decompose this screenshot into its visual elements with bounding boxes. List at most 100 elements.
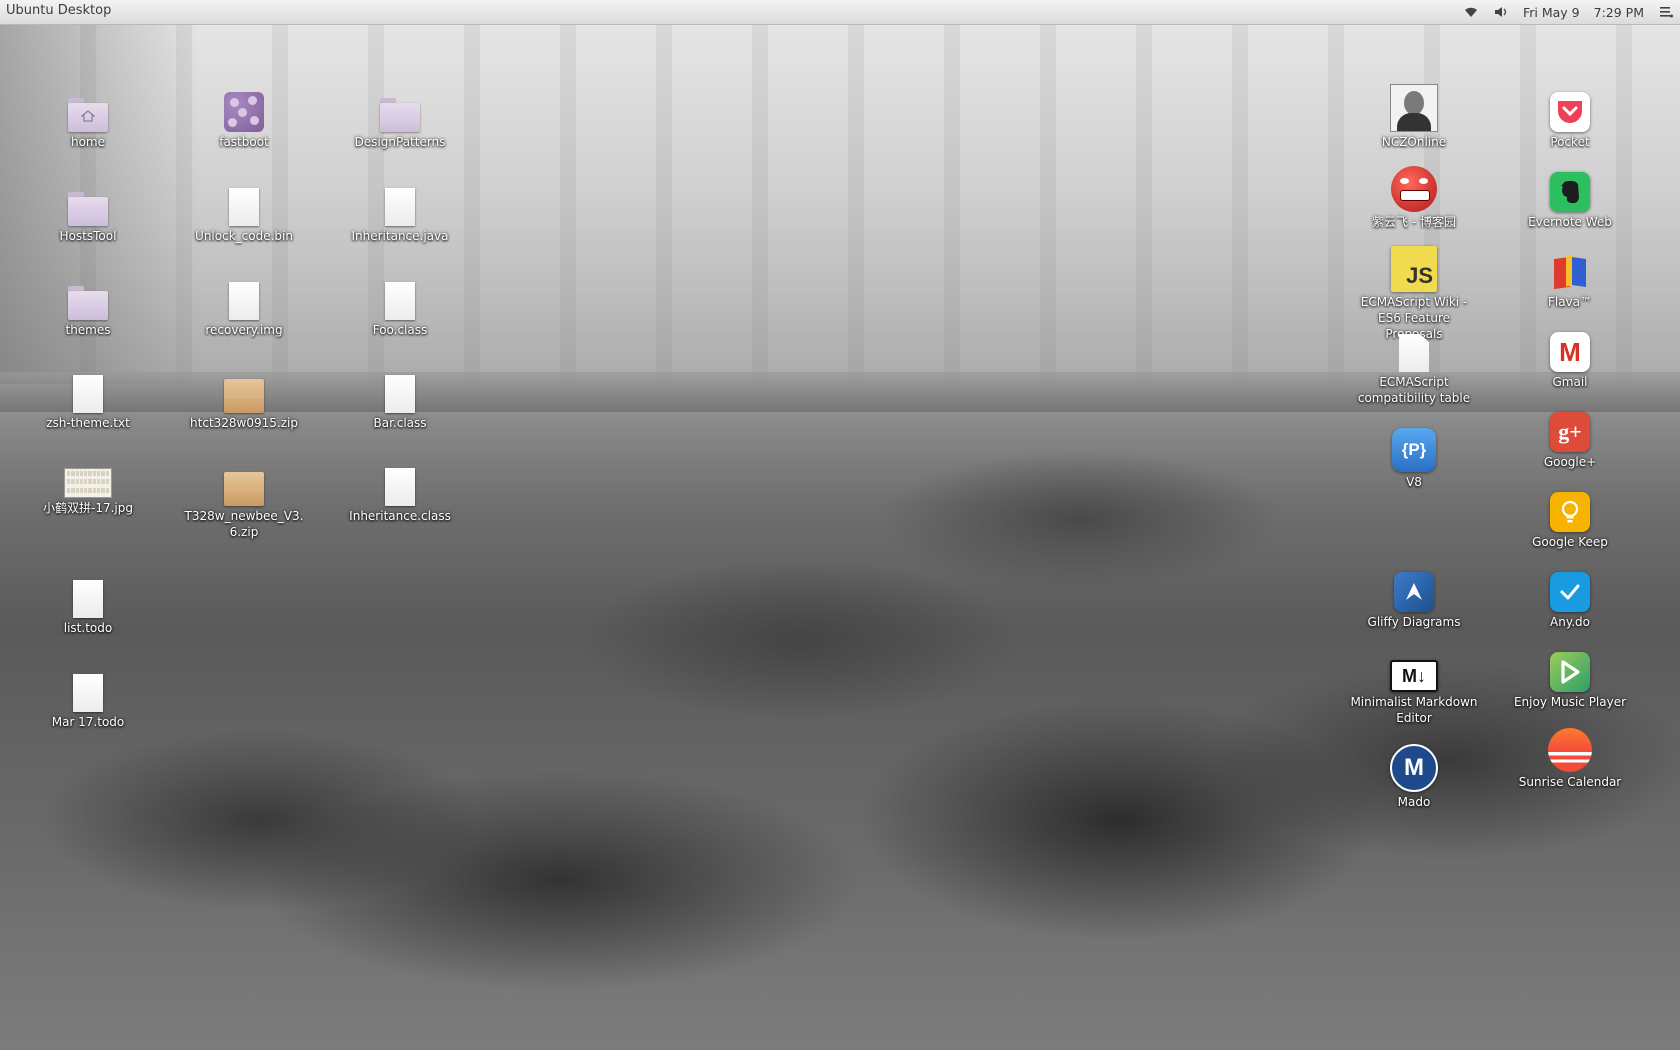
desktop-icon-unlock-code[interactable]: Unlock_code.bin bbox=[179, 178, 309, 244]
desktop-icon-label: Google Keep bbox=[1532, 535, 1608, 549]
folder-icon bbox=[64, 178, 112, 226]
home-folder-icon bbox=[64, 84, 112, 132]
desktop-icon-label: Mar 17.todo bbox=[51, 715, 125, 729]
mado-icon: M bbox=[1390, 744, 1438, 792]
desktop-icon-label: Pocket bbox=[1550, 135, 1590, 149]
desktop-icon-label: NCZOnline bbox=[1381, 135, 1447, 149]
desktop-icon-hoststool[interactable]: HostsTool bbox=[23, 178, 153, 244]
desktop-icon-list-todo[interactable]: list.todo bbox=[23, 570, 153, 636]
desktop-icon-label: fastboot bbox=[219, 135, 269, 149]
desktop-icon-t328w-zip[interactable]: T328w_newbee_V3.6.zip bbox=[179, 458, 309, 540]
lightbulb-icon bbox=[1546, 484, 1594, 532]
desktop-icon-label: Foo.class bbox=[372, 323, 428, 337]
desktop-icon-recovery-img[interactable]: recovery.img bbox=[179, 272, 309, 338]
desktop-icon-label: htct328w0915.zip bbox=[190, 416, 298, 430]
desktop-icon-label: Gmail bbox=[1552, 375, 1588, 389]
angry-face-icon bbox=[1390, 164, 1438, 212]
desktop-icon-flava[interactable]: Flava™ bbox=[1505, 244, 1635, 310]
desktop-icon-gmail[interactable]: M Gmail bbox=[1505, 324, 1635, 390]
desktop-icon-minimalist-markdown[interactable]: M↓ Minimalist Markdown Editor bbox=[1349, 644, 1479, 726]
google-plus-icon: g+ bbox=[1546, 404, 1594, 452]
menu-icon[interactable] bbox=[1658, 4, 1674, 20]
text-file-icon bbox=[64, 664, 112, 712]
desktop-icon-label: Evernote Web bbox=[1528, 215, 1612, 229]
desktop-icon-anydo[interactable]: Any.do bbox=[1505, 564, 1635, 630]
class-file-icon bbox=[376, 365, 424, 413]
desktop-icon-bar-class[interactable]: Bar.class bbox=[335, 365, 465, 431]
desktop-icon-label: zsh-theme.txt bbox=[46, 416, 130, 430]
desktop-icon-htct-zip[interactable]: htct328w0915.zip bbox=[179, 365, 309, 431]
nczonline-avatar-icon bbox=[1390, 84, 1438, 132]
text-file-icon bbox=[64, 570, 112, 618]
desktop-icon-pocket[interactable]: Pocket bbox=[1505, 84, 1635, 150]
checkmark-icon bbox=[1546, 564, 1594, 612]
wifi-icon[interactable] bbox=[1463, 4, 1479, 20]
disk-image-file-icon bbox=[220, 272, 268, 320]
indicator-area: Fri May 9 7:29 PM bbox=[1463, 0, 1674, 24]
desktop-icon-fastboot[interactable]: fastboot bbox=[179, 84, 309, 150]
desktop-icon-label: Enjoy Music Player bbox=[1513, 695, 1627, 709]
desktop-icon-label: Flava™ bbox=[1547, 295, 1593, 309]
desktop-icon-label: Unlock_code.bin bbox=[195, 229, 293, 243]
desktop-icon-ecmascript-compat[interactable]: ECMAScript compatibility table bbox=[1349, 324, 1479, 406]
desktop-icon-label: Sunrise Calendar bbox=[1518, 775, 1622, 789]
folder-icon bbox=[376, 84, 424, 132]
source-file-icon bbox=[376, 178, 424, 226]
v8-icon: {P} bbox=[1390, 424, 1438, 472]
desktop-icon-label: home bbox=[70, 135, 106, 149]
desktop-icon-gliffy[interactable]: Gliffy Diagrams bbox=[1349, 564, 1479, 630]
gmail-icon: M bbox=[1546, 324, 1594, 372]
active-app-title: Ubuntu Desktop bbox=[6, 3, 112, 18]
desktop-icon-google-keep[interactable]: Google Keep bbox=[1505, 484, 1635, 550]
markdown-icon: M↓ bbox=[1390, 644, 1438, 692]
desktop-icon-label: Inheritance.class bbox=[349, 509, 451, 523]
desktop-icon-nczonline[interactable]: NCZOnline bbox=[1349, 84, 1479, 150]
desktop-icon-zsh-theme[interactable]: zsh-theme.txt bbox=[23, 365, 153, 431]
desktop-icon-label: DesignPatterns bbox=[354, 135, 446, 149]
desktop-icon-cnblogs[interactable]: 紫云飞 - 博客园 bbox=[1349, 164, 1479, 230]
desktop-icon-label: T328w_newbee_V3.6.zip bbox=[184, 509, 304, 539]
desktop-icon-label: ECMAScript compatibility table bbox=[1357, 375, 1471, 405]
desktop-icon-sunrise[interactable]: Sunrise Calendar bbox=[1505, 724, 1635, 790]
clock-time[interactable]: 7:29 PM bbox=[1594, 5, 1644, 20]
flava-icon bbox=[1546, 244, 1594, 292]
desktop-icon-keyboard-jpg[interactable]: 小鹤双拼-17.jpg bbox=[23, 458, 153, 516]
class-file-icon bbox=[376, 458, 424, 506]
desktop-icon-designpatterns[interactable]: DesignPatterns bbox=[335, 84, 465, 150]
desktop-icon-label: themes bbox=[65, 323, 111, 337]
desktop-icon-inheritance-java[interactable]: Inheritance.java bbox=[335, 178, 465, 244]
desktop-icon-v8[interactable]: {P} V8 bbox=[1349, 424, 1479, 490]
pocket-icon bbox=[1546, 84, 1594, 132]
archive-icon bbox=[220, 365, 268, 413]
desktop-icon-google-plus[interactable]: g+ Google+ bbox=[1505, 404, 1635, 470]
javascript-icon: JS bbox=[1390, 244, 1438, 292]
binary-file-icon bbox=[220, 178, 268, 226]
desktop-icon-themes[interactable]: themes bbox=[23, 272, 153, 338]
desktop-icon-label: recovery.img bbox=[205, 323, 283, 337]
desktop-icon-label: Minimalist Markdown Editor bbox=[1350, 695, 1478, 725]
volume-icon[interactable] bbox=[1493, 4, 1509, 20]
desktop-icon-enjoy-music[interactable]: Enjoy Music Player bbox=[1505, 644, 1635, 710]
desktop-icon-label: Mado bbox=[1397, 795, 1431, 809]
clock-date[interactable]: Fri May 9 bbox=[1523, 5, 1580, 20]
desktop-icon-evernote[interactable]: Evernote Web bbox=[1505, 164, 1635, 230]
top-panel: Ubuntu Desktop Fri May 9 7:29 PM bbox=[0, 0, 1680, 25]
music-player-icon bbox=[1546, 644, 1594, 692]
image-thumbnail-icon bbox=[64, 458, 112, 498]
text-file-icon bbox=[64, 365, 112, 413]
fastboot-folder-icon bbox=[220, 84, 268, 132]
desktop-icon-label: Google+ bbox=[1543, 455, 1597, 469]
desktop-icon-inheritance-class[interactable]: Inheritance.class bbox=[335, 458, 465, 524]
desktop-icon-label: 小鹤双拼-17.jpg bbox=[43, 501, 133, 515]
desktop-icon-foo-class[interactable]: Foo.class bbox=[335, 272, 465, 338]
desktop-icon-label: V8 bbox=[1406, 475, 1422, 489]
desktop-icon-mado[interactable]: M Mado bbox=[1349, 744, 1479, 810]
sunrise-icon bbox=[1546, 724, 1594, 772]
desktop-icon-label: Inheritance.java bbox=[351, 229, 449, 243]
class-file-icon bbox=[376, 272, 424, 320]
desktop-icon-home[interactable]: home bbox=[23, 84, 153, 150]
desktop-icon-label: Any.do bbox=[1550, 615, 1590, 629]
document-icon bbox=[1390, 324, 1438, 372]
desktop-icon-mar17-todo[interactable]: Mar 17.todo bbox=[23, 664, 153, 730]
desktop-icon-label: Gliffy Diagrams bbox=[1367, 615, 1461, 629]
